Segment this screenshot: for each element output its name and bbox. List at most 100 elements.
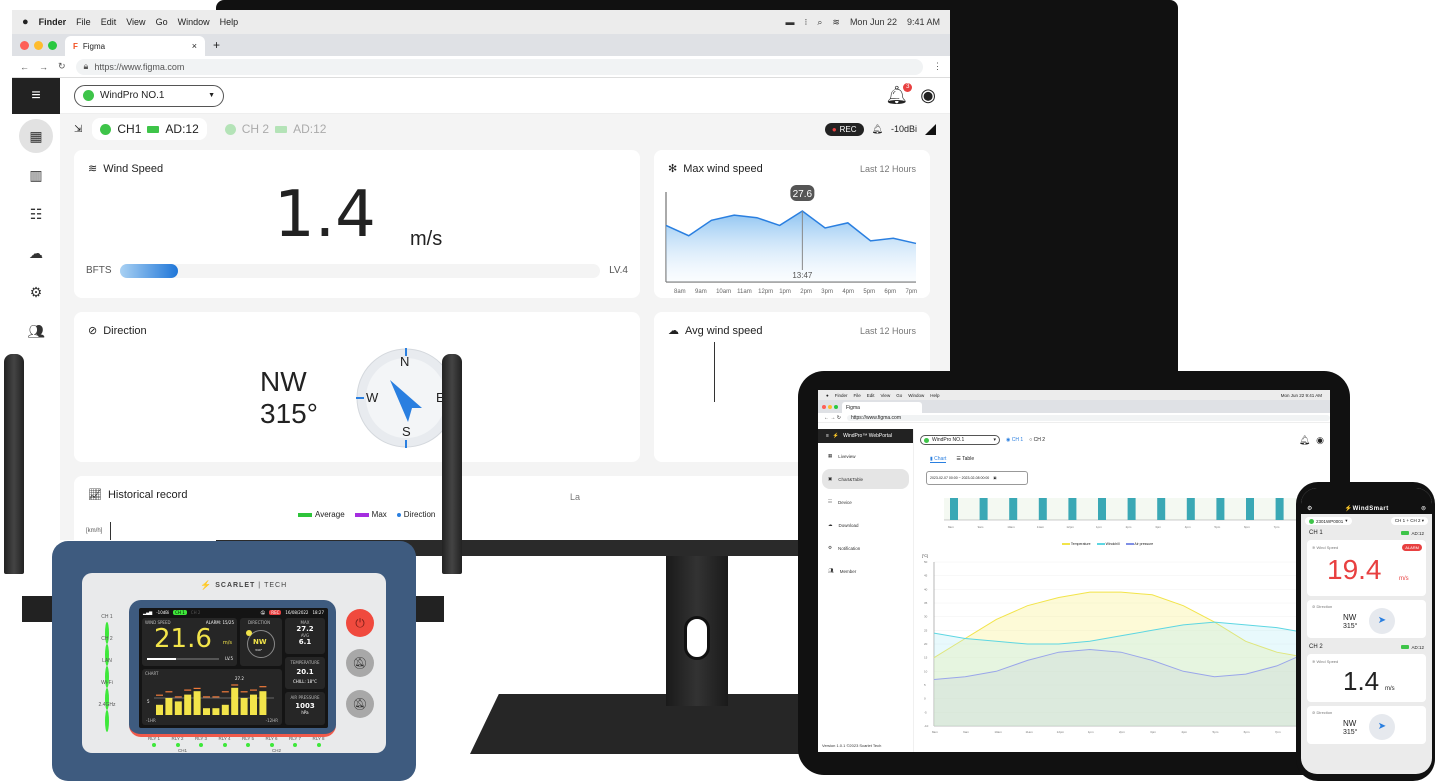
menu-window[interactable]: Window (178, 17, 210, 27)
menu-finder[interactable]: Finder (39, 17, 67, 27)
tablet-nav-device[interactable]: ☷ Device (822, 492, 909, 512)
zoom-window-button[interactable] (48, 40, 57, 50)
tablet-tabbar: Figma (818, 400, 1330, 413)
device-mute-2-button[interactable]: 🔕︎ (346, 690, 374, 718)
control-center-icon[interactable]: ⁝ (804, 17, 807, 28)
sidebar-cloud-download-icon[interactable]: ☁ (19, 236, 53, 270)
sidebar-chart-icon[interactable]: ▥ (19, 158, 53, 192)
device-power-button[interactable]: ⏻ (346, 609, 374, 637)
reload-icon[interactable]: ↻ (58, 61, 66, 72)
device-level: LV.5 (225, 656, 233, 661)
rec-indicator[interactable]: ● REC (824, 122, 864, 136)
tablet-user-icon[interactable]: ◉ (1316, 435, 1324, 446)
user-account-icon[interactable]: ◉ (920, 85, 936, 106)
tablet-urlbar[interactable]: ← → ↻ https://www.figma.com (818, 413, 1330, 423)
device-pressure-box: AIR PRESSURE 1003 hPa (285, 692, 325, 725)
battery-icon[interactable]: ▬ (785, 17, 794, 27)
tablet-menu-edit[interactable]: Edit (867, 393, 875, 398)
tablet-nav-charttable[interactable]: ▣ Chart&Table (822, 469, 909, 489)
menubar-date: Mon Jun 22 (849, 17, 897, 27)
device-mute-1-button[interactable]: 🔕︎ (346, 649, 374, 677)
menu-go[interactable]: Go (156, 17, 168, 27)
tablet-ch1-radio[interactable]: ◉ CH 1 (1006, 437, 1023, 443)
tablet-nav-icon: ▣ (828, 476, 833, 481)
legend-air-pressure: Air pressure (1125, 542, 1153, 546)
tablet-y-tick: 15 (924, 656, 928, 660)
tablet-tab-table[interactable]: ☰ Table (956, 456, 974, 463)
menu-edit[interactable]: Edit (101, 17, 117, 27)
url-bar[interactable]: 🔒︎ https://www.figma.com (75, 58, 923, 75)
tablet-bar-x-tick: 10am (1007, 525, 1015, 529)
back-icon[interactable]: ← (20, 62, 29, 72)
tablet-browser-tab[interactable]: Figma (842, 402, 922, 413)
tablet-menu-help[interactable]: Help (930, 393, 939, 398)
tablet-ch2-radio[interactable]: ○ CH 2 (1029, 437, 1045, 443)
wifi-icon[interactable]: ≋ (832, 17, 840, 28)
close-window-button[interactable] (20, 40, 29, 50)
sidebar-settings-icon[interactable]: ⚙ (19, 275, 53, 309)
channel-1-tab[interactable]: CH1 AD:12 (92, 118, 207, 140)
tablet-x-tick: 12pm (1057, 730, 1065, 734)
phone-ch1-degrees: 315° (1343, 623, 1358, 630)
channel-2-tab[interactable]: CH 2 AD:12 (217, 118, 335, 140)
tablet-menu-icon[interactable]: ≡ (826, 433, 829, 439)
ch1-ad: AD:12 (165, 122, 199, 136)
tablet-tab-chart[interactable]: ▮ Chart (930, 456, 947, 463)
menu-help[interactable]: Help (220, 17, 239, 27)
wind-speed-card: ≋ Wind Speed 1.4 m/s BFTS LV.4 (74, 150, 640, 298)
tablet-sidebar: ≡ ⚡ WindPro™ WebPortal ▦ Liveview ▣ Chart&Tab… (818, 429, 914, 752)
tablet-menu-finder[interactable]: Finder (835, 393, 848, 398)
tablet-nav-download[interactable]: ☁ Download (822, 515, 909, 535)
max-wind-x-tick: 12pm (758, 289, 773, 295)
tablet-menu-window[interactable]: Window (908, 393, 924, 398)
sidebar-members-icon[interactable]: 👥︎ (19, 314, 53, 348)
minimize-window-button[interactable] (34, 40, 43, 50)
search-icon[interactable]: ⌕ (817, 17, 822, 28)
apple-icon[interactable]: ● (22, 16, 29, 28)
tablet-y-tick: 40 (924, 587, 928, 591)
tablet-bar-x-tick: 4pm (1185, 525, 1191, 529)
collapse-icon[interactable]: ⇲ (74, 124, 82, 135)
forward-icon[interactable]: → (39, 62, 48, 72)
phone-ch2-speed-card: ≋ Wind Speed 1.4 m/s (1307, 654, 1426, 702)
tablet-nav-icons[interactable]: ← → ↻ (824, 415, 841, 421)
tablet-bell-icon[interactable]: 🔔︎ (1299, 435, 1310, 446)
device-chart-peak-mark (193, 687, 201, 689)
tablet-nav-label: Notification (838, 545, 861, 551)
phone-settings-icon[interactable]: ⚙ (1307, 505, 1312, 512)
device-chart-peak-mark (165, 691, 173, 693)
browser-menu-icon[interactable]: ⋮ (933, 61, 942, 72)
browser-tab[interactable]: F Figma × (65, 36, 205, 56)
tablet-date-range[interactable]: 2023-02-07 00:00 ~ 2023-02-08 00:00 ▣ (926, 471, 1028, 485)
device-pressure-label: AIR PRESSURE (290, 695, 320, 700)
tablet-menu-go[interactable]: Go (896, 393, 902, 398)
hamburger-menu-icon[interactable]: ≡ (12, 78, 60, 114)
tablet-weather-chart: 50454035302520151050-5-108am 9am 10am 11am 1… (924, 560, 1309, 734)
phone-ch1-alert-badge: ALARM (1402, 544, 1422, 551)
notification-bell-icon[interactable]: 🔔︎ 3 (885, 83, 913, 106)
device-chart-bar (221, 704, 229, 715)
channel-row: ⇲ CH1 AD:12 CH 2 AD:12 ● REC 🔔︎ -10dBi (60, 114, 950, 144)
menu-view[interactable]: View (126, 17, 145, 27)
tablet-menu-file[interactable]: File (853, 393, 860, 398)
device-chart-label: CHART (145, 671, 159, 676)
tablet-device-selector[interactable]: WindPro NO.1 ▾ (920, 435, 1000, 445)
sidebar-dashboard-icon[interactable]: ▦ (19, 119, 53, 153)
device-selector[interactable]: WindPro NO.1 ▼ (74, 84, 224, 107)
new-tab-button[interactable]: + (213, 38, 220, 52)
phone-channel-selector[interactable]: CH 1 + CH 2 ▾ (1390, 517, 1428, 525)
menu-file[interactable]: File (76, 17, 91, 27)
tablet-nav-liveview[interactable]: ▦ Liveview (822, 446, 909, 466)
tablet-apple-icon[interactable]: ● (826, 393, 829, 398)
close-tab-icon[interactable]: × (192, 41, 197, 51)
tablet-nav-member[interactable]: 👥︎ Member (822, 561, 909, 581)
phone-app-name: WindSmart (1352, 505, 1389, 512)
alarm-bell-icon[interactable]: 🔔︎ (872, 124, 883, 135)
sidebar-sliders-icon[interactable]: ☷ (19, 197, 53, 231)
phone-alert-settings-icon[interactable]: ⊚ (1421, 505, 1426, 512)
tablet-nav-notification[interactable]: ⚙ Notification (822, 538, 909, 558)
phone-device-selector[interactable]: 2301WP0001 ▾ (1305, 517, 1352, 525)
device-pressure-unit: hPa (301, 710, 309, 715)
tablet-menu-view[interactable]: View (881, 393, 891, 398)
antenna-left-mount (22, 596, 56, 622)
